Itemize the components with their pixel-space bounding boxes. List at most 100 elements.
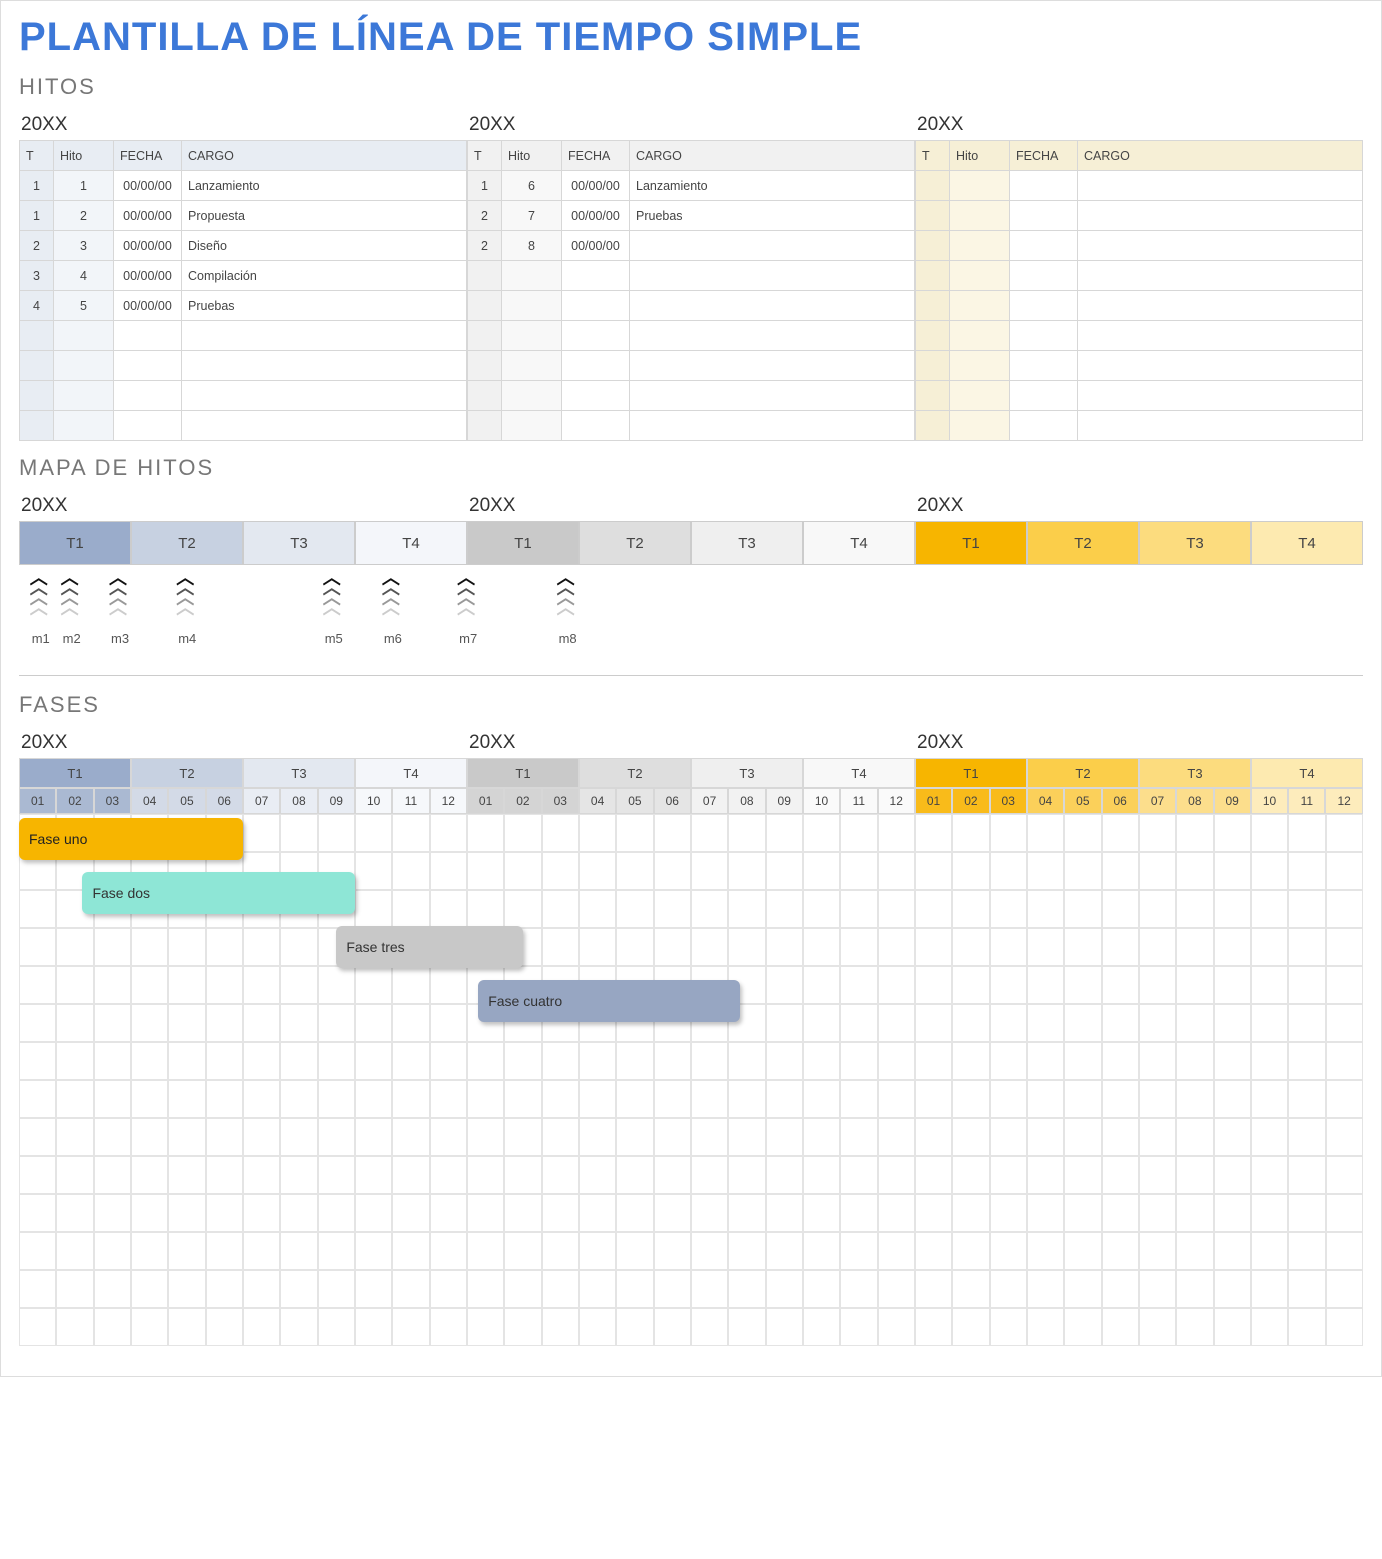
gantt-cell[interactable] xyxy=(952,1042,989,1080)
gantt-cell[interactable] xyxy=(467,1232,504,1270)
gantt-cell[interactable] xyxy=(131,1042,168,1080)
gantt-cell[interactable] xyxy=(728,890,765,928)
gantt-cell[interactable] xyxy=(430,1270,467,1308)
gantt-cell[interactable] xyxy=(430,1194,467,1232)
gantt-cell[interactable] xyxy=(1102,852,1139,890)
gantt-cell[interactable] xyxy=(168,1270,205,1308)
gantt-cell[interactable] xyxy=(1288,1080,1325,1118)
gantt-cell[interactable] xyxy=(1064,1080,1101,1118)
gantt-cell[interactable] xyxy=(728,1080,765,1118)
gantt-cell[interactable] xyxy=(1288,1042,1325,1080)
gantt-cell[interactable] xyxy=(1064,1308,1101,1346)
gantt-cell[interactable] xyxy=(1251,1156,1288,1194)
gantt-cell[interactable] xyxy=(1027,1232,1064,1270)
gantt-cell[interactable] xyxy=(654,814,691,852)
gantt-cell[interactable] xyxy=(766,852,803,890)
gantt-cell[interactable] xyxy=(1214,1042,1251,1080)
gantt-cell[interactable] xyxy=(19,1156,56,1194)
gantt-cell[interactable] xyxy=(1176,814,1213,852)
gantt-cell[interactable] xyxy=(878,1004,915,1042)
gantt-cell[interactable] xyxy=(766,1042,803,1080)
gantt-cell[interactable] xyxy=(467,1156,504,1194)
gantt-cell[interactable] xyxy=(1326,1042,1363,1080)
table-row[interactable] xyxy=(20,411,467,441)
gantt-cell[interactable] xyxy=(430,1118,467,1156)
gantt-cell[interactable] xyxy=(691,1270,728,1308)
gantt-cell[interactable] xyxy=(542,1194,579,1232)
table-row[interactable] xyxy=(916,201,1363,231)
gantt-cell[interactable] xyxy=(878,928,915,966)
gantt-cell[interactable] xyxy=(467,1042,504,1080)
gantt-cell[interactable] xyxy=(318,1042,355,1080)
gantt-cell[interactable] xyxy=(1027,1042,1064,1080)
gantt-cell[interactable] xyxy=(990,1080,1027,1118)
gantt-cell[interactable] xyxy=(803,890,840,928)
gantt-cell[interactable] xyxy=(840,1156,877,1194)
gantt-cell[interactable] xyxy=(1064,1118,1101,1156)
table-row[interactable] xyxy=(468,381,915,411)
gantt-cell[interactable] xyxy=(1176,1042,1213,1080)
table-row[interactable] xyxy=(916,381,1363,411)
gantt-cell[interactable] xyxy=(803,1270,840,1308)
gantt-cell[interactable] xyxy=(1102,1270,1139,1308)
table-row[interactable]: 3 4 00/00/00 Compilación xyxy=(20,261,467,291)
gantt-cell[interactable] xyxy=(990,1118,1027,1156)
gantt-cell[interactable] xyxy=(318,966,355,1004)
gantt-cell[interactable] xyxy=(56,1270,93,1308)
gantt-cell[interactable] xyxy=(654,852,691,890)
gantt-cell[interactable] xyxy=(206,1308,243,1346)
gantt-cell[interactable] xyxy=(94,1118,131,1156)
gantt-cell[interactable] xyxy=(392,1080,429,1118)
gantt-cell[interactable] xyxy=(952,1232,989,1270)
gantt-cell[interactable] xyxy=(616,1042,653,1080)
gantt-cell[interactable] xyxy=(318,814,355,852)
gantt-cell[interactable] xyxy=(1288,928,1325,966)
gantt-cell[interactable] xyxy=(1102,1004,1139,1042)
gantt-cell[interactable] xyxy=(280,814,317,852)
gantt-cell[interactable] xyxy=(952,966,989,1004)
table-row[interactable] xyxy=(468,291,915,321)
gantt-cell[interactable] xyxy=(579,1080,616,1118)
gantt-cell[interactable] xyxy=(392,1042,429,1080)
gantt-cell[interactable] xyxy=(243,1004,280,1042)
gantt-cell[interactable] xyxy=(1251,814,1288,852)
gantt-cell[interactable] xyxy=(728,1308,765,1346)
gantt-cell[interactable] xyxy=(318,1004,355,1042)
gantt-cell[interactable] xyxy=(1251,1270,1288,1308)
gantt-cell[interactable] xyxy=(1326,1194,1363,1232)
table-row[interactable] xyxy=(468,351,915,381)
gantt-cell[interactable] xyxy=(728,852,765,890)
gantt-cell[interactable] xyxy=(915,1004,952,1042)
gantt-cell[interactable] xyxy=(1139,1004,1176,1042)
gantt-cell[interactable] xyxy=(430,1156,467,1194)
gantt-cell[interactable] xyxy=(392,1308,429,1346)
gantt-cell[interactable] xyxy=(616,1080,653,1118)
gantt-cell[interactable] xyxy=(19,1270,56,1308)
gantt-cell[interactable] xyxy=(579,1156,616,1194)
gantt-cell[interactable] xyxy=(1214,1080,1251,1118)
gantt-cell[interactable] xyxy=(243,1232,280,1270)
gantt-cell[interactable] xyxy=(19,1118,56,1156)
phase-bar[interactable]: Fase uno xyxy=(19,818,243,860)
gantt-cell[interactable] xyxy=(1027,1270,1064,1308)
gantt-cell[interactable] xyxy=(1102,1156,1139,1194)
gantt-cell[interactable] xyxy=(840,1080,877,1118)
gantt-cell[interactable] xyxy=(654,1308,691,1346)
gantt-cell[interactable] xyxy=(1251,1004,1288,1042)
gantt-cell[interactable] xyxy=(1102,1080,1139,1118)
gantt-cell[interactable] xyxy=(168,966,205,1004)
gantt-cell[interactable] xyxy=(1139,1080,1176,1118)
gantt-cell[interactable] xyxy=(131,928,168,966)
gantt-cell[interactable] xyxy=(616,1156,653,1194)
gantt-cell[interactable] xyxy=(1139,1156,1176,1194)
gantt-cell[interactable] xyxy=(355,1308,392,1346)
gantt-cell[interactable] xyxy=(616,1118,653,1156)
gantt-cell[interactable] xyxy=(504,1270,541,1308)
gantt-cell[interactable] xyxy=(990,1156,1027,1194)
gantt-cell[interactable] xyxy=(131,966,168,1004)
gantt-cell[interactable] xyxy=(168,1004,205,1042)
gantt-cell[interactable] xyxy=(1139,890,1176,928)
gantt-cell[interactable] xyxy=(1176,852,1213,890)
table-row[interactable] xyxy=(468,411,915,441)
gantt-cell[interactable] xyxy=(878,1308,915,1346)
